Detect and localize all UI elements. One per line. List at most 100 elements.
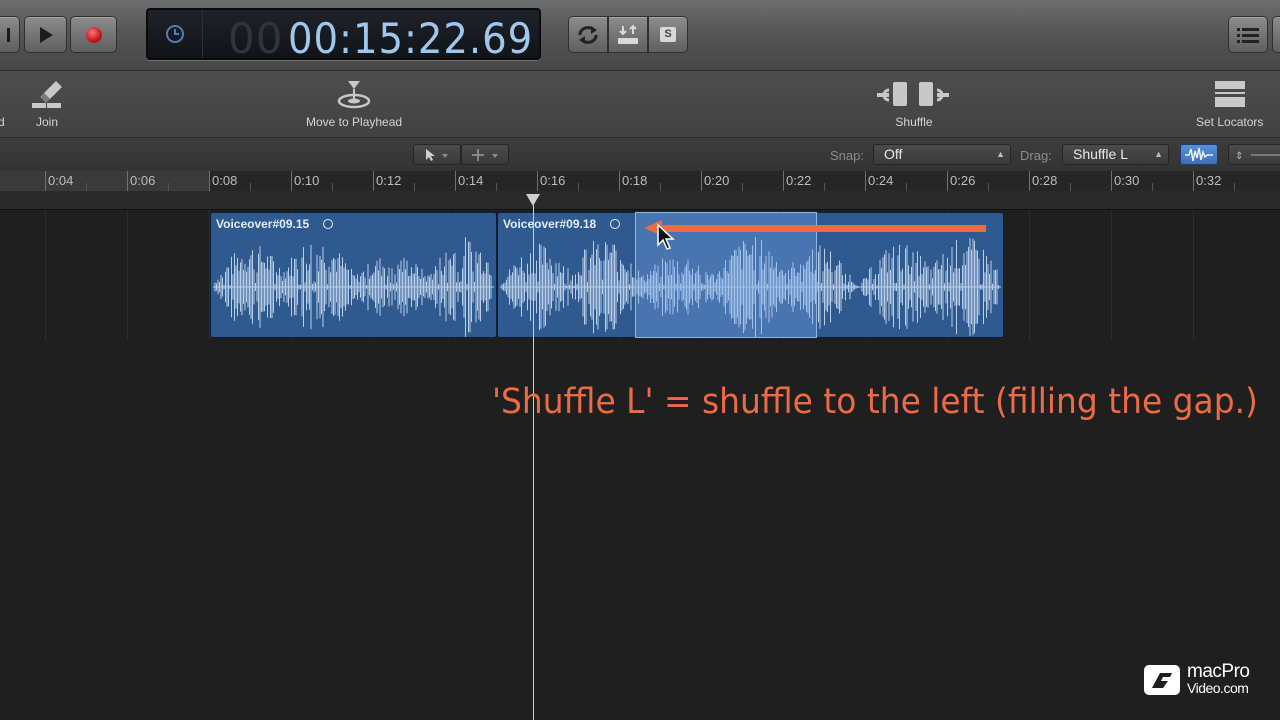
clock-icon [166, 25, 184, 43]
macprovideo-logo-icon [1144, 665, 1180, 695]
move-to-playhead-label: Move to Playhead [306, 115, 403, 129]
ruler-tick [455, 171, 456, 191]
ruler-minor-tick [824, 183, 825, 191]
ruler-minor-tick [1234, 183, 1235, 191]
shuffle-left-arrow [644, 220, 986, 236]
cycle-icon [578, 25, 598, 44]
cycle-button[interactable] [568, 16, 608, 53]
shuffle-label: Shuffle [895, 115, 933, 129]
gridline [1193, 210, 1194, 340]
rewind-button[interactable] [0, 16, 20, 53]
set-locators-button[interactable]: Set Locators [1196, 79, 1263, 129]
gridline [45, 210, 46, 340]
playhead-handle[interactable] [526, 194, 540, 206]
crosshair-icon [472, 149, 498, 161]
snap-label: Snap: [830, 148, 864, 163]
ruler-tick [1111, 171, 1112, 191]
ruler-tick [701, 171, 702, 191]
ruler-label: 0:06 [130, 173, 156, 188]
ruler-tick [127, 171, 128, 191]
ruler-minor-tick [988, 183, 989, 191]
ruler-label: 0:22 [786, 173, 812, 188]
drag-label: Drag: [1020, 148, 1052, 163]
playhead[interactable] [533, 196, 534, 720]
set-locators-icon [1214, 81, 1245, 107]
ruler-minor-tick [496, 183, 497, 191]
ruler-minor-tick [906, 183, 907, 191]
zoom-slider-track [1251, 154, 1280, 156]
ruler-tick [537, 171, 538, 191]
lcd-mode-button[interactable] [148, 10, 203, 58]
ruler-tick [619, 171, 620, 191]
loops-button[interactable] [1272, 16, 1280, 53]
ruler-minor-tick [660, 183, 661, 191]
list-view-icon [1237, 27, 1259, 43]
record-icon [85, 26, 102, 43]
ruler-label: 0:08 [212, 173, 238, 188]
record-button[interactable] [70, 16, 117, 53]
command-tool-menu[interactable] [461, 144, 509, 165]
snap-chevron-icon: ▲ [996, 149, 1005, 159]
join-button[interactable]: Join [30, 79, 64, 129]
lcd-time: 00:15:22.69 [288, 14, 534, 63]
snap-menu[interactable]: Off ▲ [873, 144, 1011, 165]
ruler-tick [865, 171, 866, 191]
ruler-tick [45, 171, 46, 191]
solo-button[interactable]: S [648, 16, 688, 53]
waveform-zoom-icon [1185, 147, 1213, 162]
zoom-arrows-icon: ⇕ [1235, 151, 1244, 162]
glue-icon [32, 81, 62, 108]
ruler-label: 0:30 [1114, 173, 1140, 188]
ruler-minor-tick [1070, 183, 1071, 191]
ruler-marker-lane[interactable] [0, 191, 1280, 209]
ruler-minor-tick [168, 183, 169, 191]
ruler-tick [783, 171, 784, 191]
watermark-line2: Video.com [1187, 680, 1249, 696]
ruler-tick [373, 171, 374, 191]
ruler-minor-tick [250, 183, 251, 191]
set-locators-label: Set Locators [1196, 115, 1264, 129]
watermark-line1: macPro [1187, 661, 1250, 682]
shuffle-button[interactable]: Shuffle [875, 79, 953, 129]
ruler-label: 0:18 [622, 173, 648, 188]
ruler-minor-tick [578, 183, 579, 191]
replace-button[interactable] [608, 16, 648, 53]
lcd-hours-dim: 00 [228, 14, 284, 63]
replace-icon [618, 24, 638, 44]
lcd-display[interactable]: 00 00:15:22.69 [146, 8, 541, 63]
mouse-cursor-icon [657, 223, 675, 250]
ruler-minor-tick [742, 183, 743, 191]
snap-value: Off [884, 146, 903, 162]
ruler-tick [209, 171, 210, 191]
ruler-inactive-area [0, 171, 209, 191]
waveform-zoom-button[interactable] [1180, 144, 1218, 165]
ruler-minor-tick [86, 183, 87, 191]
watermark-logo: macPro Video.com [1143, 661, 1250, 696]
play-icon [39, 26, 53, 43]
ruler-label: 0:26 [950, 173, 976, 188]
tracks-area[interactable]: Voiceover#09.15 Voiceover#09.18 [0, 210, 1280, 720]
ruler-label: 0:04 [48, 173, 74, 188]
drag-value: Shuffle L [1073, 146, 1129, 162]
tool-partial-left[interactable]: d [0, 79, 5, 129]
ruler-label: 0:10 [294, 173, 320, 188]
bar-ruler[interactable]: 0:04 0:06 0:08 0:10 0:12 0:14 0:16 0:18 0:20 0:22… [0, 171, 1280, 210]
audio-region[interactable]: Voiceover#09.15 [210, 212, 497, 338]
play-button[interactable] [24, 16, 67, 53]
ruler-label: 0:20 [704, 173, 730, 188]
gridline [127, 210, 128, 340]
ruler-label: 0:32 [1196, 173, 1222, 188]
gridline [1029, 210, 1030, 340]
toolbar: d Join Move to Playhead Shuffle Set Loca… [0, 71, 1280, 138]
drag-chevron-icon: ▲ [1154, 149, 1163, 159]
solo-icon: S [660, 27, 676, 42]
move-to-playhead-button[interactable]: Move to Playhead [306, 79, 402, 129]
join-label: Join [35, 115, 58, 129]
list-editors-button[interactable] [1228, 16, 1268, 53]
ruler-label: 0:16 [540, 173, 566, 188]
vertical-zoom-slider[interactable]: ⇕ [1228, 144, 1280, 165]
ruler-minor-tick [1152, 183, 1153, 191]
drag-menu[interactable]: Shuffle L ▲ [1062, 144, 1169, 165]
pointer-tool-menu[interactable] [413, 144, 461, 165]
ruler-minor-tick [332, 183, 333, 191]
